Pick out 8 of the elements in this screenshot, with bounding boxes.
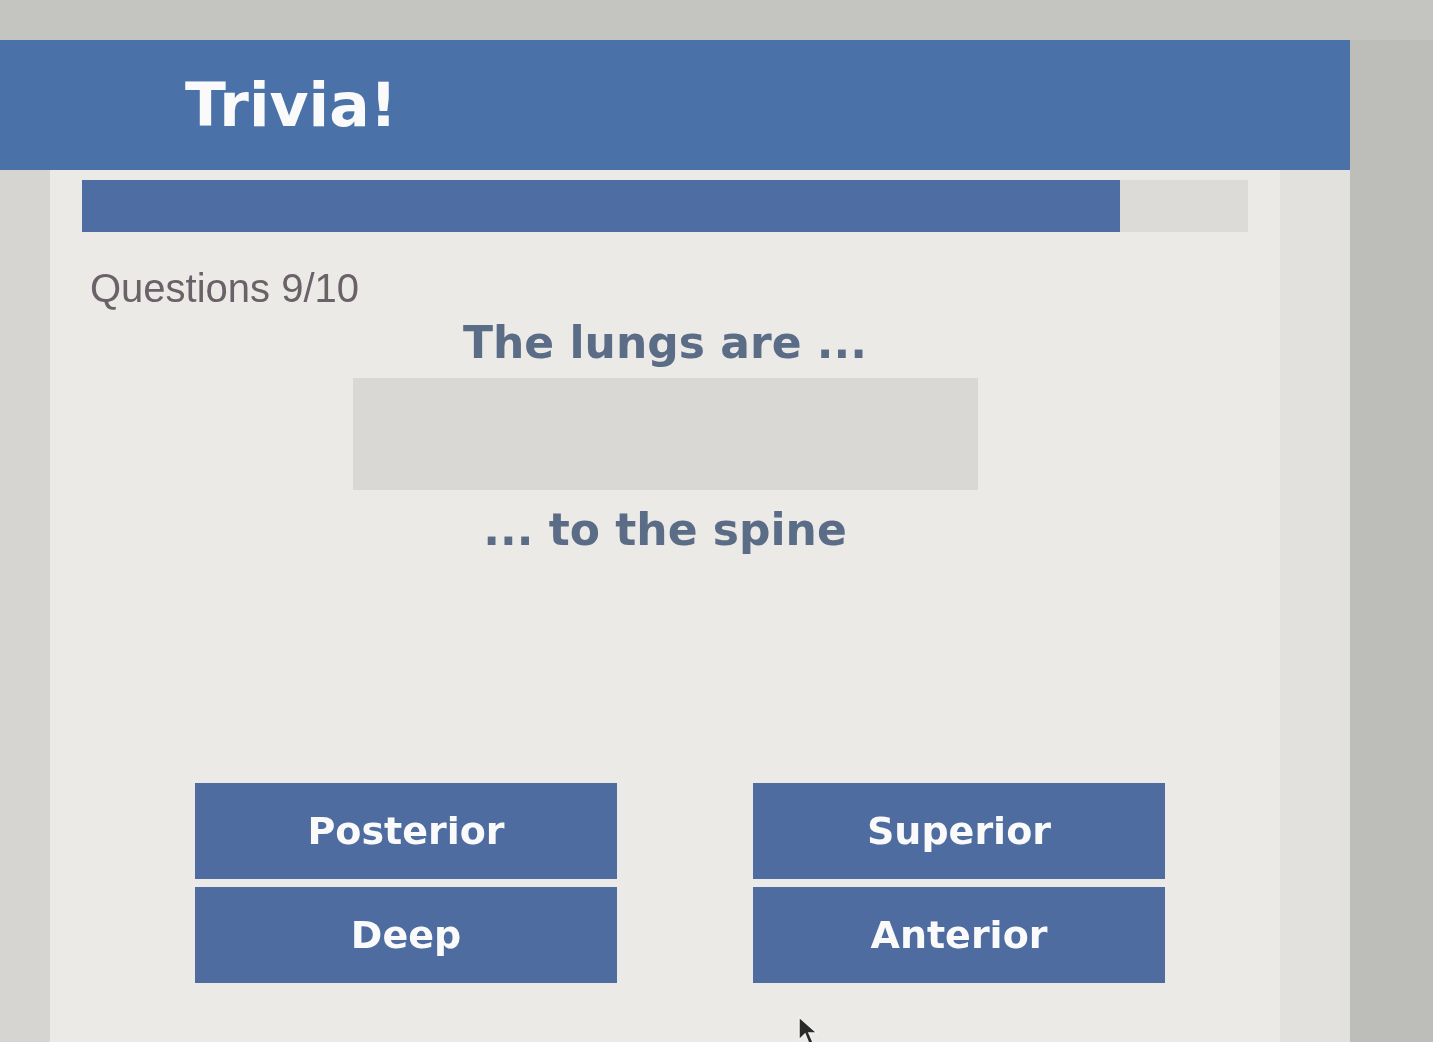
answer-button[interactable]: Deep bbox=[195, 887, 617, 983]
answer-button[interactable]: Posterior bbox=[195, 783, 617, 879]
answer-button[interactable]: Superior bbox=[753, 783, 1165, 879]
question-counter: Questions 9/10 bbox=[90, 266, 360, 311]
question-suffix: ... to the spine bbox=[483, 504, 847, 555]
question-text: The lungs are ... bbox=[463, 317, 867, 368]
answer-button[interactable]: Anterior bbox=[753, 887, 1165, 983]
app-title: Trivia! bbox=[185, 70, 398, 140]
